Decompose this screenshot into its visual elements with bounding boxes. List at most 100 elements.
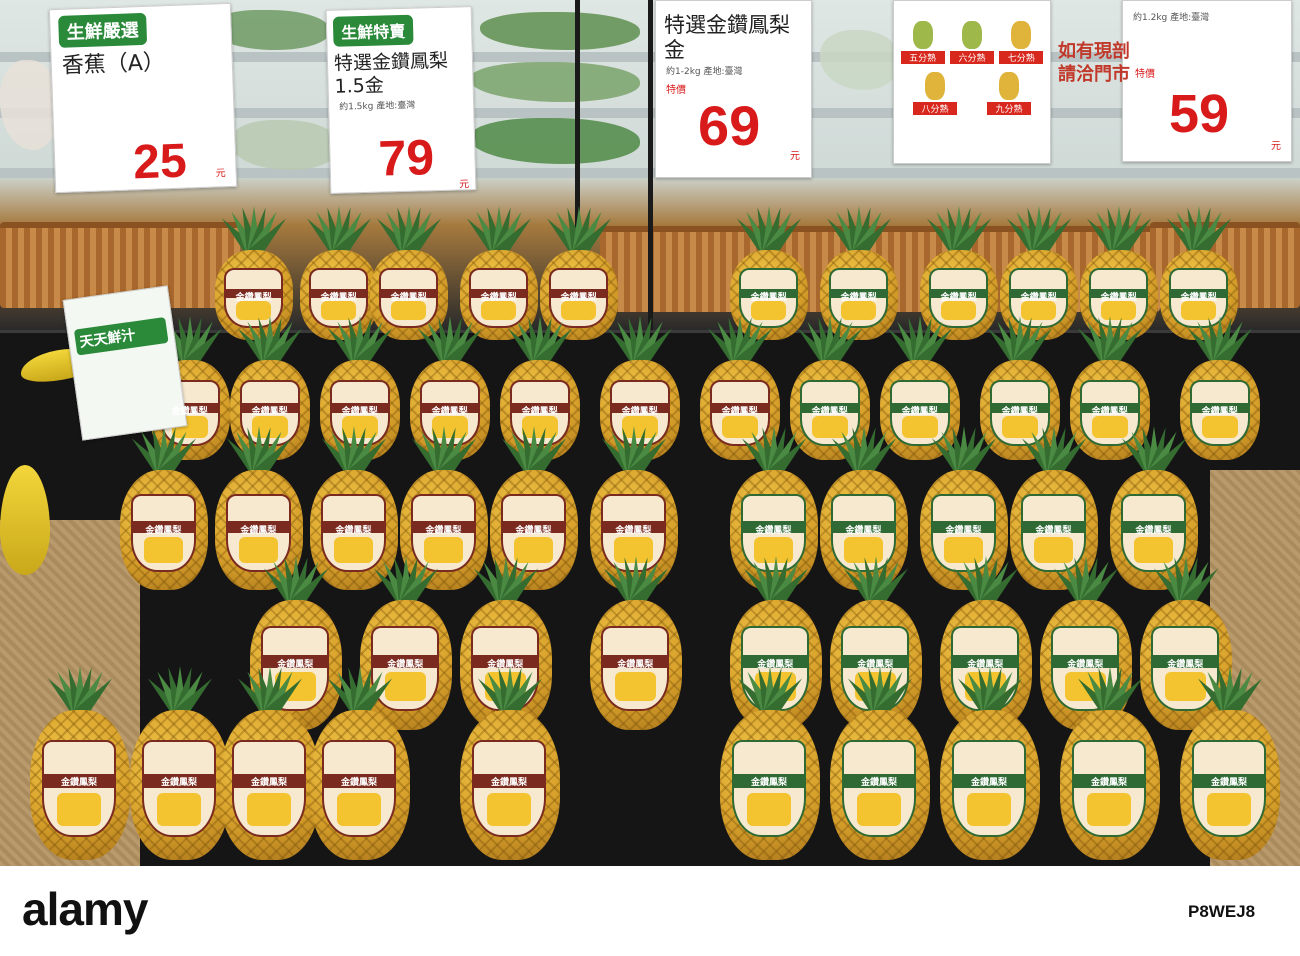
label-fruit-image	[1201, 416, 1238, 438]
sign-product-name: 特選金鑽鳳梨金	[664, 13, 790, 63]
ripeness-label: 九分熟	[987, 102, 1031, 115]
sign-unit: 元	[790, 151, 800, 162]
pineapple-label-tag: 金鑽鳳梨	[601, 626, 670, 711]
sign-price: 25	[132, 134, 188, 190]
label-fruit-image	[966, 793, 1012, 826]
label-product-name: 金鑽鳳梨	[945, 525, 982, 536]
label-product-name: 金鑽鳳梨	[721, 407, 758, 418]
label-product-name: 金鑽鳳梨	[901, 407, 938, 418]
sign-pole	[648, 0, 653, 330]
label-product-name: 金鑽鳳梨	[235, 293, 272, 304]
label-product-name: 金鑽鳳梨	[621, 407, 658, 418]
sign-unit: 元	[1271, 141, 1281, 152]
label-fruit-image	[614, 672, 656, 701]
label-fruit-image	[941, 300, 977, 321]
label-fruit-image	[746, 793, 792, 826]
label-fruit-image	[143, 536, 184, 563]
label-product-name: 金鑽鳳梨	[521, 407, 558, 418]
sign-unit: 元	[215, 168, 226, 180]
sign-pole	[575, 0, 580, 230]
price-sign-banana: 生鮮嚴選 香蕉（A） 25 元	[48, 2, 238, 194]
ripeness-label: 五分熟	[900, 51, 945, 64]
juice-sign: 天天鮮汁	[62, 285, 188, 441]
pineapple: 金鑽鳳梨	[590, 555, 682, 730]
label-fruit-image	[856, 793, 902, 826]
label-fruit-image	[336, 793, 382, 826]
produce-bag	[470, 62, 640, 102]
label-product-name: 金鑽鳳梨	[967, 660, 1004, 670]
label-product-name: 金鑽鳳梨	[755, 525, 792, 536]
label-product-name: 金鑽鳳梨	[1067, 660, 1104, 670]
pineapple-label-tag: 金鑽鳳梨	[379, 268, 438, 328]
label-product-name: 金鑽鳳梨	[615, 525, 652, 536]
pineapple-label-tag: 金鑽鳳梨	[232, 740, 306, 837]
label-product-name: 金鑽鳳梨	[490, 778, 527, 789]
pineapple: 金鑽鳳梨	[120, 425, 208, 590]
pineapple: 金鑽鳳梨	[940, 665, 1040, 860]
sign-price: 79	[377, 129, 435, 187]
ripeness-level: 七分熟	[999, 21, 1044, 64]
pineapple: 金鑽鳳梨	[130, 665, 230, 860]
ripeness-level: 六分熟	[949, 21, 994, 64]
ripeness-label: 七分熟	[999, 51, 1044, 64]
produce-bag	[480, 12, 640, 50]
pineapple-label-tag: 金鑽鳳梨	[1192, 740, 1266, 837]
label-product-name: 金鑽鳳梨	[1135, 525, 1172, 536]
label-product-name: 金鑽鳳梨	[515, 525, 552, 536]
label-product-name: 金鑽鳳梨	[340, 778, 377, 789]
label-product-name: 金鑽鳳梨	[811, 407, 848, 418]
stock-caption-bar	[0, 866, 1300, 956]
label-product-name: 金鑽鳳梨	[240, 525, 277, 536]
pineapple-label-tag: 金鑽鳳梨	[732, 740, 806, 837]
pineapple: 金鑽鳳梨	[720, 665, 820, 860]
pineapple: 金鑽鳳梨	[220, 665, 320, 860]
ripeness-label: 六分熟	[949, 51, 994, 64]
pineapple-label-tag: 金鑽鳳梨	[469, 268, 528, 328]
label-fruit-image	[56, 793, 102, 826]
pineapple: 金鑽鳳梨	[30, 665, 130, 860]
pineapple-icon	[1011, 21, 1032, 49]
pineapple-icon	[999, 72, 1019, 100]
label-product-name: 金鑽鳳梨	[390, 293, 427, 304]
produce-bag	[820, 30, 900, 90]
label-product-name: 金鑽鳳梨	[1210, 778, 1247, 789]
ripeness-chart-card: 五分熟 六分熟 七分熟八分熟 九分熟	[893, 0, 1051, 164]
pineapple: 金鑽鳳梨	[1180, 665, 1280, 860]
watermark-brand: alamy	[22, 883, 148, 935]
label-product-name: 金鑽鳳梨	[1201, 407, 1238, 418]
label-product-name: 金鑽鳳梨	[860, 778, 897, 789]
pineapple: 金鑽鳳梨	[310, 665, 410, 860]
label-product-name: 金鑽鳳梨	[1180, 293, 1217, 304]
pineapple-label-tag: 金鑽鳳梨	[142, 740, 216, 837]
produce-bag	[470, 118, 640, 164]
label-product-name: 金鑽鳳梨	[431, 407, 468, 418]
juice-sign-title: 天天鮮汁	[73, 316, 169, 356]
sign-product-name: 香蕉（A）	[61, 50, 166, 79]
watermark-image-id: P8WEJ8	[1188, 902, 1256, 921]
pineapple-label-tag: 金鑽鳳梨	[842, 740, 916, 837]
label-fruit-image	[841, 300, 877, 321]
sign-badge: 生鮮特賣	[332, 14, 414, 47]
sign-badge: 生鮮嚴選	[58, 12, 148, 48]
label-product-name: 金鑽鳳梨	[335, 525, 372, 536]
label-fruit-image	[1206, 793, 1252, 826]
ripeness-label: 八分熟	[913, 102, 957, 115]
pineapple-icon	[961, 21, 982, 49]
label-product-name: 金鑽鳳梨	[1090, 778, 1127, 789]
sign-unit: 元	[459, 179, 470, 191]
price-sign-pineapple-3: 約1.2kg 產地:臺灣 特價 59 元	[1122, 0, 1292, 162]
pineapple-label-tag: 金鑽鳳梨	[322, 740, 396, 837]
label-fruit-image	[156, 793, 202, 826]
label-product-name: 金鑽鳳梨	[171, 407, 208, 418]
pineapple-label-tag: 金鑽鳳梨	[952, 740, 1026, 837]
label-fruit-image	[391, 300, 427, 321]
label-fruit-image	[561, 300, 597, 321]
label-product-name: 金鑽鳳梨	[1001, 407, 1038, 418]
label-product-name: 金鑽鳳梨	[840, 293, 877, 304]
pineapple: 金鑽鳳梨	[1060, 665, 1160, 860]
pineapple: 金鑽鳳梨	[460, 665, 560, 860]
label-product-name: 金鑽鳳梨	[60, 778, 97, 789]
sign-price-label: 特價	[1135, 68, 1155, 80]
sign-detail: 約1.5kg 產地:臺灣	[339, 100, 416, 113]
pineapple-label-tag: 金鑽鳳梨	[42, 740, 116, 837]
